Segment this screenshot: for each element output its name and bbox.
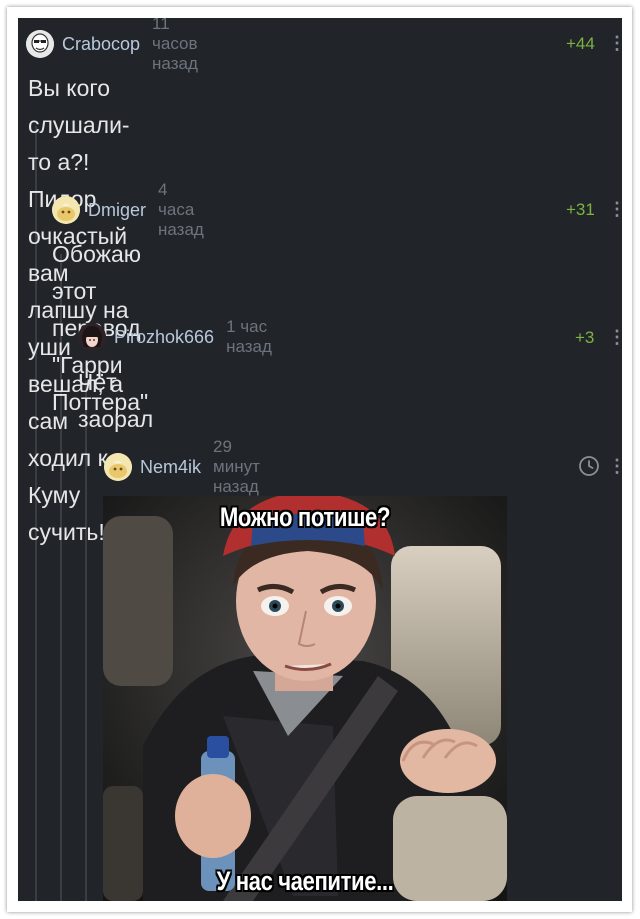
anime-avatar-icon[interactable]: [78, 323, 106, 351]
meme-illustration: [103, 496, 507, 901]
comment-header: Pirozhok666 1 час назад: [78, 317, 272, 356]
vertical-dots-icon[interactable]: ⋮: [608, 456, 622, 477]
comment-rating[interactable]: +3: [575, 328, 594, 348]
face-avatar-icon[interactable]: [26, 30, 54, 58]
comment-author[interactable]: Nem4ik: [140, 457, 201, 478]
meme-top-caption: Можно потише?: [219, 502, 391, 532]
comment-author[interactable]: Crabocop: [62, 34, 140, 55]
meme-bottom-caption: У нас чаепитие...: [216, 866, 394, 896]
comment-time: 11 часов назад: [152, 18, 198, 73]
clock-icon[interactable]: [578, 455, 600, 482]
comment-header: Nem4ik 29 минут назад: [104, 437, 260, 496]
comment-time: 4 часа назад: [158, 180, 204, 239]
comment-rating[interactable]: +44: [566, 34, 595, 54]
comment-time: 1 час назад: [226, 317, 272, 356]
vertical-dots-icon[interactable]: ⋮: [608, 327, 622, 348]
default-avatar-icon[interactable]: [52, 196, 80, 224]
comment-time: 29 минут назад: [213, 437, 260, 496]
comment-author[interactable]: Dmiger: [88, 200, 146, 221]
vertical-dots-icon[interactable]: ⋮: [608, 33, 622, 54]
meme-image[interactable]: Можно потише? У нас чаепитие...: [103, 496, 507, 901]
vertical-dots-icon[interactable]: ⋮: [608, 199, 622, 220]
comment-header: Dmiger 4 часа назад: [52, 180, 204, 239]
default-avatar-icon[interactable]: [104, 453, 132, 481]
comments-panel: Crabocop 11 часов назад +44 ⋮ Вы кого сл…: [18, 18, 622, 901]
comment-text-line: Чёт заорал: [78, 369, 154, 432]
comment-rating[interactable]: +31: [566, 200, 595, 220]
comment-author[interactable]: Pirozhok666: [114, 327, 214, 348]
comment-text: Чёт заорал: [78, 364, 153, 438]
comment-header: Crabocop 11 часов назад: [26, 18, 198, 73]
